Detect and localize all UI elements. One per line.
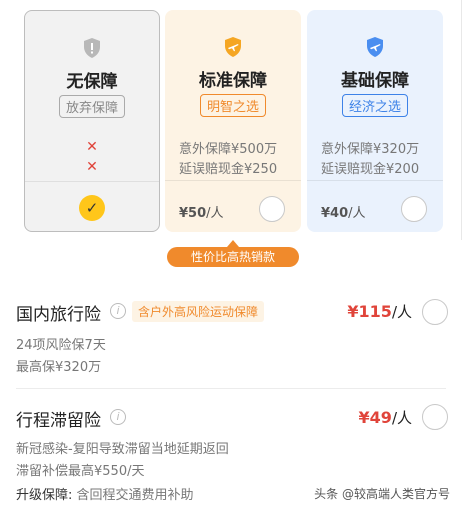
no-coverage-mark: ✕ xyxy=(86,159,98,175)
shield-plane-icon xyxy=(225,37,241,57)
plan-feature: 意外保障¥500万 xyxy=(179,142,278,157)
plan-card-none[interactable]: 无保障 放弃保障 ✕ ✕ ✓ xyxy=(24,10,160,232)
upgrade-line: 升级保障: 含回程交通费用补助 xyxy=(16,488,194,503)
section-title: 行程滞留险 xyxy=(16,411,101,431)
section-price: ¥49/人 xyxy=(358,408,412,427)
plan-price: ¥50/人 xyxy=(179,206,224,221)
promo-arrow xyxy=(227,240,239,247)
plan-price: ¥40/人 xyxy=(321,206,366,221)
section-price: ¥115/人 xyxy=(347,302,412,321)
section-badge: 含户外高风险运动保障 xyxy=(132,301,265,322)
section-title: 国内旅行险 xyxy=(16,305,101,325)
plan-card-standard[interactable]: 标准保障 明智之选 意外保障¥500万 延误赔现金¥250 ¥50/人 xyxy=(165,10,301,232)
section-detail: 最高保¥320万 xyxy=(16,360,102,375)
watermark: 头条 @较高端人类官方号 xyxy=(314,487,450,501)
section-detail: 新冠感染-复阳导致滞留当地延期返回 xyxy=(16,442,229,457)
plan-tag: 明智之选 xyxy=(199,94,267,117)
shield-plane-icon xyxy=(367,37,383,57)
plan-title: 标准保障 xyxy=(199,71,267,91)
domestic-travel-insurance[interactable]: 国内旅行险 i 含户外高风险运动保障 ¥115/人 24项风险保7天 最高保¥3… xyxy=(0,290,462,385)
plan-radio[interactable] xyxy=(401,196,427,222)
section-detail: 滞留补偿最高¥550/天 xyxy=(16,464,145,479)
promo-badge: 性价比高热销款 xyxy=(167,247,299,267)
plan-feature: 延误赔现金¥200 xyxy=(321,162,420,177)
divider xyxy=(307,180,443,181)
plan-feature: 意外保障¥320万 xyxy=(321,142,420,157)
shield-icon xyxy=(84,38,100,58)
plan-tag: 经济之选 xyxy=(341,94,409,117)
divider xyxy=(165,180,301,181)
info-icon[interactable]: i xyxy=(110,409,126,425)
plan-tag: 放弃保障 xyxy=(58,95,126,118)
plan-title: 基础保障 xyxy=(341,71,409,91)
plan-card-basic[interactable]: 基础保障 经济之选 意外保障¥320万 延误赔现金¥200 ¥40/人 xyxy=(307,10,443,232)
plan-feature: 延误赔现金¥250 xyxy=(179,162,278,177)
info-icon[interactable]: i xyxy=(110,303,126,319)
divider xyxy=(16,388,446,389)
section-detail: 24项风险保7天 xyxy=(16,338,106,353)
plan-title: 无保障 xyxy=(66,72,118,92)
section-radio[interactable] xyxy=(422,299,448,325)
divider xyxy=(25,181,159,182)
no-coverage-mark: ✕ xyxy=(86,139,98,155)
section-radio[interactable] xyxy=(422,404,448,430)
plan-radio[interactable] xyxy=(259,196,285,222)
check-icon[interactable]: ✓ xyxy=(79,195,105,221)
